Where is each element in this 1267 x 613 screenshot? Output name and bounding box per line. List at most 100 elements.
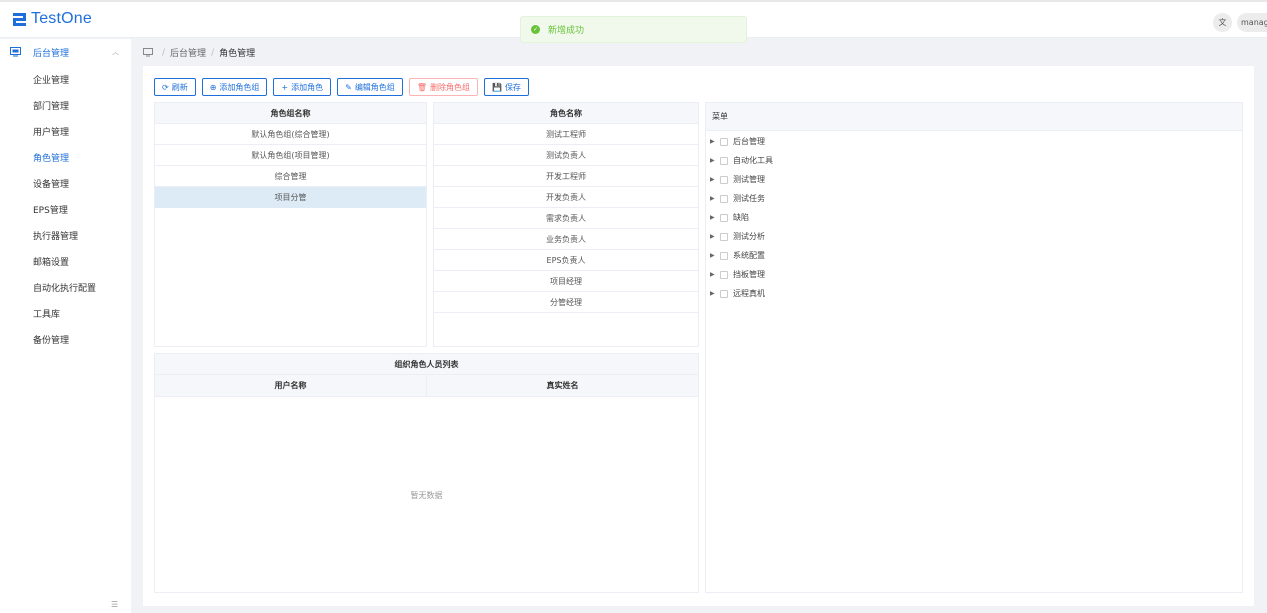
sidebar-item-devices[interactable]: 设备管理 bbox=[33, 177, 69, 190]
empty-state-text: 暂无数据 bbox=[410, 491, 443, 500]
sidebar-item-backup[interactable]: 备份管理 bbox=[33, 333, 69, 346]
sidebar-item-roles[interactable]: 角色管理 bbox=[33, 151, 69, 164]
table-row[interactable]: 开发工程师 bbox=[434, 166, 698, 187]
role-group-table: 角色组名称 默认角色组(综合管理) 默认角色组(项目管理) 综合管理 项目分管 bbox=[154, 102, 427, 347]
tree-node-label: 测试管理 bbox=[733, 175, 765, 184]
plus-icon: + bbox=[281, 82, 289, 92]
checkbox[interactable] bbox=[720, 156, 728, 165]
checkbox[interactable] bbox=[720, 270, 728, 279]
refresh-button[interactable]: ⟳ 刷新 bbox=[154, 78, 196, 96]
tree-node[interactable]: ▶ 挡板管理 bbox=[706, 265, 1242, 284]
save-label: 保存 bbox=[504, 82, 521, 92]
collapse-sidebar-icon[interactable]: ☰ bbox=[111, 600, 121, 609]
menu-tree: ▶ 后台管理 ▶ 自动化工具 ▶ 测试管理 ▶ 测试任务 ▶ 缺陷 ▶ 测试分析 ▶ 系统配置… bbox=[706, 131, 1242, 303]
table-row[interactable]: 测试负责人 bbox=[434, 145, 698, 166]
breadcrumb-separator: / bbox=[162, 47, 166, 58]
checkbox[interactable] bbox=[720, 213, 728, 222]
tree-node-label: 测试分析 bbox=[733, 232, 765, 241]
toast-message: 新增成功 bbox=[548, 26, 585, 36]
table-row[interactable]: 项目经理 bbox=[434, 271, 698, 292]
role-name-header: 角色名称 bbox=[434, 103, 698, 124]
tree-node[interactable]: ▶ 测试管理 bbox=[706, 170, 1242, 189]
caret-right-icon[interactable]: ▶ bbox=[710, 233, 720, 240]
checkbox[interactable] bbox=[720, 175, 728, 184]
role-group-header: 角色组名称 bbox=[155, 103, 426, 124]
chevron-up-icon: ︿ bbox=[112, 48, 119, 56]
sidebar-item-mail[interactable]: 邮箱设置 bbox=[33, 255, 69, 268]
checkbox[interactable] bbox=[720, 289, 728, 298]
tree-node[interactable]: ▶ 测试任务 bbox=[706, 189, 1242, 208]
table-row[interactable]: 需求负责人 bbox=[434, 208, 698, 229]
sidebar-group-admin[interactable]: 后台管理 ︿ bbox=[0, 45, 131, 59]
table-row[interactable]: 测试工程师 bbox=[434, 124, 698, 145]
sidebar-item-automation-config[interactable]: 自动化执行配置 bbox=[33, 281, 96, 294]
sidebar-item-users[interactable]: 用户管理 bbox=[33, 125, 69, 138]
delete-role-group-button[interactable]: 🗑 删除角色组 bbox=[408, 78, 478, 96]
tree-node-label: 测试任务 bbox=[733, 194, 765, 203]
edit-role-group-button[interactable]: ✎ 编辑角色组 bbox=[337, 78, 403, 96]
checkbox[interactable] bbox=[720, 137, 728, 146]
app-logo[interactable]: TestOne bbox=[12, 10, 92, 28]
caret-right-icon[interactable]: ▶ bbox=[710, 157, 720, 164]
edit-role-group-label: 编辑角色组 bbox=[354, 82, 395, 92]
breadcrumb-separator: / bbox=[211, 47, 215, 58]
add-role-label: 添加角色 bbox=[291, 82, 324, 92]
role-users-table: 组织角色人员列表 用户名称 真实姓名 暂无数据 bbox=[154, 353, 699, 593]
sidebar-item-eps[interactable]: EPS管理 bbox=[33, 203, 68, 216]
table-row[interactable]: EPS负责人 bbox=[434, 250, 698, 271]
caret-right-icon[interactable]: ▶ bbox=[710, 195, 720, 202]
table-row-selected[interactable]: 项目分管 bbox=[155, 187, 426, 208]
tree-node-label: 系统配置 bbox=[733, 251, 765, 260]
username-column-header: 用户名称 bbox=[155, 375, 427, 396]
tree-node[interactable]: ▶ 系统配置 bbox=[706, 246, 1242, 265]
table-row[interactable]: 分管经理 bbox=[434, 292, 698, 313]
monitor-icon bbox=[10, 47, 21, 57]
plus-circle-icon: ⊕ bbox=[209, 82, 217, 92]
breadcrumb-level1[interactable]: 后台管理 bbox=[170, 46, 206, 59]
tree-node[interactable]: ▶ 自动化工具 bbox=[706, 151, 1242, 170]
monitor-icon bbox=[143, 48, 153, 57]
caret-right-icon[interactable]: ▶ bbox=[710, 138, 720, 145]
table-row[interactable]: 默认角色组(项目管理) bbox=[155, 145, 426, 166]
logo-text: TestOne bbox=[31, 10, 92, 27]
tree-node[interactable]: ▶ 测试分析 bbox=[706, 227, 1242, 246]
caret-right-icon[interactable]: ▶ bbox=[710, 214, 720, 221]
refresh-icon: ⟳ bbox=[162, 82, 169, 92]
add-role-button[interactable]: + 添加角色 bbox=[273, 78, 332, 96]
table-row[interactable]: 业务负责人 bbox=[434, 229, 698, 250]
table-row[interactable]: 默认角色组(综合管理) bbox=[155, 124, 426, 145]
translate-icon: 文 bbox=[1218, 18, 1227, 27]
save-icon: 💾 bbox=[491, 82, 502, 92]
translate-button[interactable]: 文 bbox=[1213, 13, 1232, 32]
add-role-group-button[interactable]: ⊕ 添加角色组 bbox=[201, 78, 268, 96]
caret-right-icon[interactable]: ▶ bbox=[710, 176, 720, 183]
caret-right-icon[interactable]: ▶ bbox=[710, 290, 720, 297]
tree-node[interactable]: ▶ 后台管理 bbox=[706, 132, 1242, 151]
logo-icon bbox=[13, 13, 26, 26]
breadcrumb-current: 角色管理 bbox=[219, 49, 256, 59]
sidebar-item-toolbox[interactable]: 工具库 bbox=[33, 307, 60, 320]
sidebar-item-enterprise[interactable]: 企业管理 bbox=[33, 73, 69, 86]
checkbox[interactable] bbox=[720, 232, 728, 241]
tree-node[interactable]: ▶ 缺陷 bbox=[706, 208, 1242, 227]
table-row[interactable]: 综合管理 bbox=[155, 166, 426, 187]
checkbox[interactable] bbox=[720, 194, 728, 203]
role-users-title: 组织角色人员列表 bbox=[155, 354, 698, 375]
sidebar: 后台管理 ︿ 企业管理 部门管理 用户管理 角色管理 设备管理 EPS管理 执行… bbox=[0, 39, 131, 613]
caret-right-icon[interactable]: ▶ bbox=[710, 252, 720, 259]
role-name-table: 角色名称 测试工程师 测试负责人 开发工程师 开发负责人 需求负责人 业务负责人… bbox=[433, 102, 699, 347]
tree-node-label: 挡板管理 bbox=[733, 270, 765, 279]
sidebar-item-department[interactable]: 部门管理 bbox=[33, 99, 69, 112]
checkbox[interactable] bbox=[720, 251, 728, 260]
tree-node[interactable]: ▶ 远程真机 bbox=[706, 284, 1242, 303]
table-row[interactable]: 开发负责人 bbox=[434, 187, 698, 208]
add-role-group-label: 添加角色组 bbox=[219, 82, 260, 92]
edit-icon: ✎ bbox=[345, 82, 352, 92]
realname-column-header: 真实姓名 bbox=[546, 381, 579, 390]
delete-role-group-label: 删除角色组 bbox=[429, 82, 470, 92]
menu-header: 菜单 bbox=[706, 103, 1242, 131]
user-menu-button[interactable]: manager bbox=[1237, 13, 1267, 32]
sidebar-item-executors[interactable]: 执行器管理 bbox=[33, 229, 78, 242]
save-button[interactable]: 💾 保存 bbox=[483, 78, 529, 96]
caret-right-icon[interactable]: ▶ bbox=[710, 271, 720, 278]
